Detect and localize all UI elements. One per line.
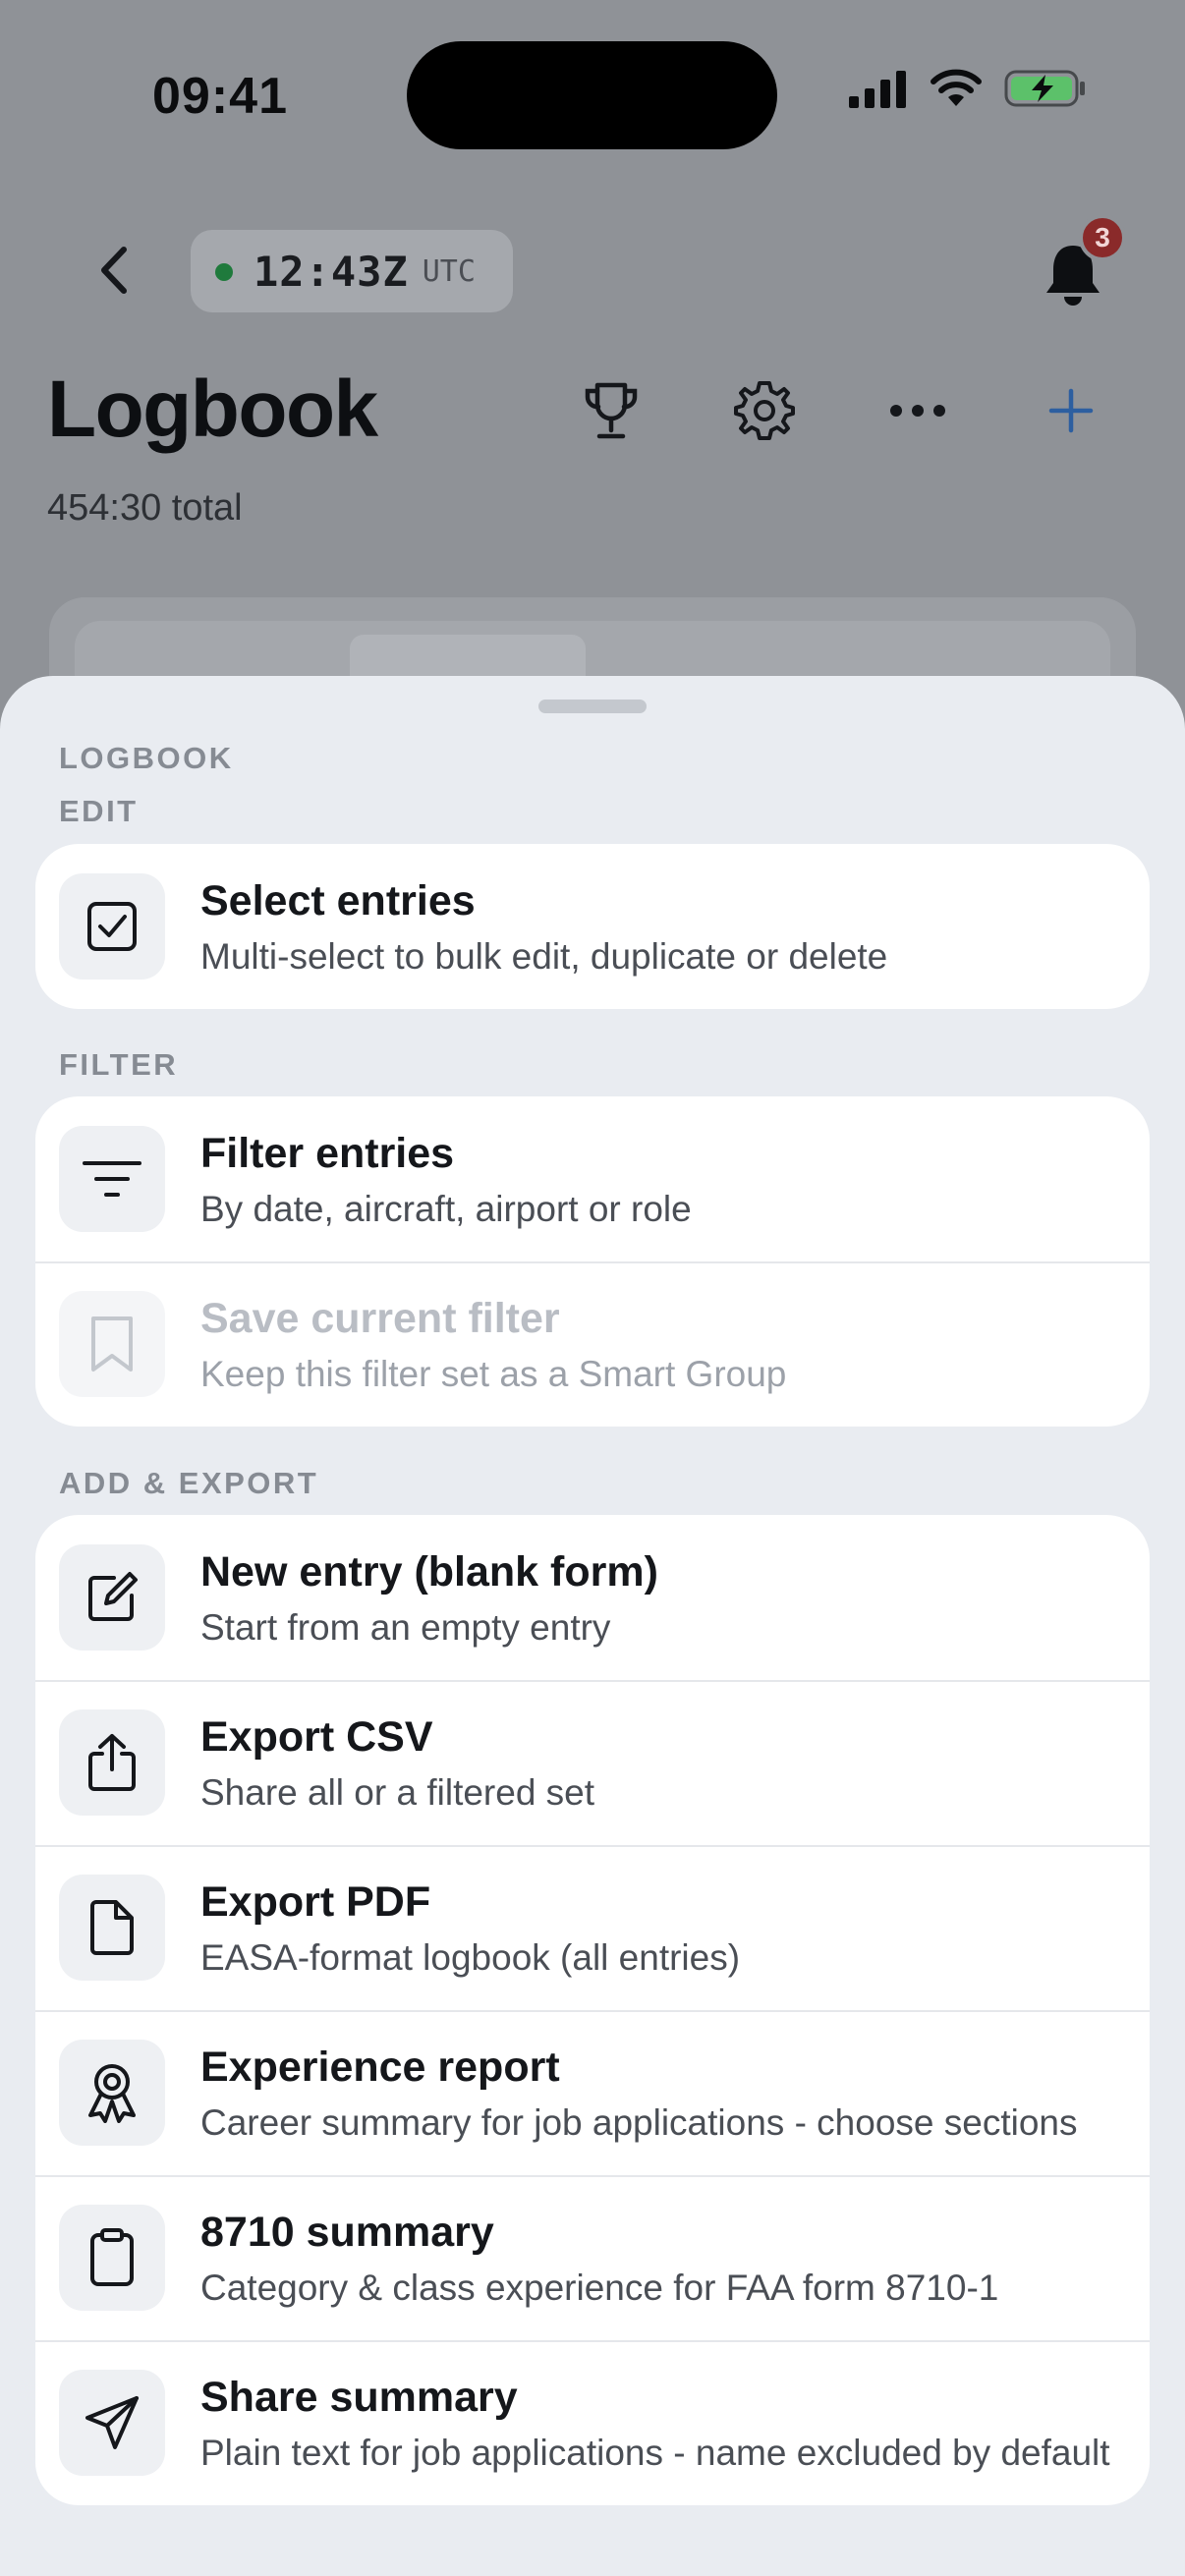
item-title: Export CSV [200, 1713, 433, 1761]
item-subtitle: Keep this filter set as a Smart Group [200, 1354, 787, 1394]
share-summary-item[interactable]: Share summary Plain text for job applica… [35, 2340, 1150, 2505]
new-entry-item[interactable]: New entry (blank form) Start from an emp… [35, 1515, 1150, 1680]
item-subtitle: Share all or a filtered set [200, 1772, 595, 1813]
document-icon [59, 1875, 165, 1981]
more-button[interactable] [880, 373, 955, 448]
item-title: Export PDF [200, 1878, 431, 1926]
item-subtitle: EASA-format logbook (all entries) [200, 1937, 741, 1978]
wifi-icon [930, 69, 983, 108]
chevron-left-icon [101, 247, 127, 294]
save-current-filter-item: Save current filter Keep this filter set… [35, 1261, 1150, 1427]
group-edit: Select entries Multi-select to bulk edit… [35, 844, 1150, 1009]
nav-bar: 12:43Z UTC [0, 226, 1185, 314]
item-title: Share summary [200, 2374, 518, 2421]
section-label-filter: FILTER [59, 1047, 179, 1082]
status-dot [215, 263, 233, 281]
select-entries-item[interactable]: Select entries Multi-select to bulk edit… [35, 844, 1150, 1009]
dynamic-island [407, 41, 777, 149]
export-csv-item[interactable]: Export CSV Share all or a filtered set [35, 1680, 1150, 1845]
utc-time: 12:43Z [254, 247, 409, 296]
status-bar: 09:41 [0, 0, 1185, 187]
header-actions [574, 373, 1108, 448]
clipboard-icon [59, 2205, 165, 2311]
item-subtitle: Multi-select to bulk edit, duplicate or … [200, 936, 888, 977]
notification-badge: 3 [1079, 214, 1126, 261]
item-subtitle: Category & class experience for FAA form… [200, 2268, 999, 2308]
share-icon [59, 1709, 165, 1816]
utc-label: UTC [422, 253, 476, 289]
checkbox-icon [59, 873, 165, 980]
compose-icon [59, 1544, 165, 1651]
trophy-icon [585, 382, 638, 439]
status-time: 09:41 [152, 68, 288, 125]
battery-charging-icon [1004, 69, 1087, 108]
experience-report-item[interactable]: Experience report Career summary for job… [35, 2010, 1150, 2175]
back-button[interactable] [90, 244, 136, 297]
filter-entries-item[interactable]: Filter entries By date, aircraft, airpor… [35, 1096, 1150, 1261]
item-title: New entry (blank form) [200, 1548, 658, 1596]
ellipsis-icon [890, 405, 945, 417]
filter-icon [59, 1126, 165, 1232]
status-icons [847, 69, 1087, 108]
item-subtitle: Career summary for job applications - ch… [200, 2102, 1078, 2143]
item-title: Experience report [200, 2044, 560, 2091]
utc-clock[interactable]: 12:43Z UTC [191, 230, 513, 312]
plus-icon [1048, 388, 1094, 433]
settings-button[interactable] [727, 373, 802, 448]
group-add-export: New entry (blank form) Start from an emp… [35, 1515, 1150, 2505]
group-filter: Filter entries By date, aircraft, airpor… [35, 1096, 1150, 1427]
item-subtitle: By date, aircraft, airport or role [200, 1189, 692, 1229]
item-title: Filter entries [200, 1130, 455, 1177]
page-title: Logbook [47, 364, 378, 454]
section-label-edit: EDIT [59, 794, 139, 828]
send-icon [59, 2370, 165, 2476]
section-label-add-export: ADD & EXPORT [59, 1466, 319, 1500]
item-title: Select entries [200, 877, 476, 924]
bookmark-icon [59, 1291, 165, 1397]
award-icon [59, 2040, 165, 2146]
item-subtitle: Plain text for job applications - name e… [200, 2433, 1110, 2473]
sheet-title: LOGBOOK [59, 741, 234, 775]
gear-icon [734, 381, 795, 440]
item-title: 8710 summary [200, 2209, 494, 2256]
cellular-signal-icon [847, 69, 908, 108]
summary-8710-item[interactable]: 8710 summary Category & class experience… [35, 2175, 1150, 2340]
export-pdf-item[interactable]: Export PDF EASA-format logbook (all entr… [35, 1845, 1150, 2010]
item-subtitle: Start from an empty entry [200, 1607, 611, 1648]
item-title: Save current filter [200, 1295, 560, 1342]
total-hours: 454:30 total [47, 487, 243, 529]
action-sheet: LOGBOOK EDIT Select entries Multi-select… [0, 676, 1185, 2576]
achievements-button[interactable] [574, 373, 649, 448]
add-entry-button[interactable] [1034, 373, 1108, 448]
sheet-grabber[interactable] [538, 700, 647, 713]
